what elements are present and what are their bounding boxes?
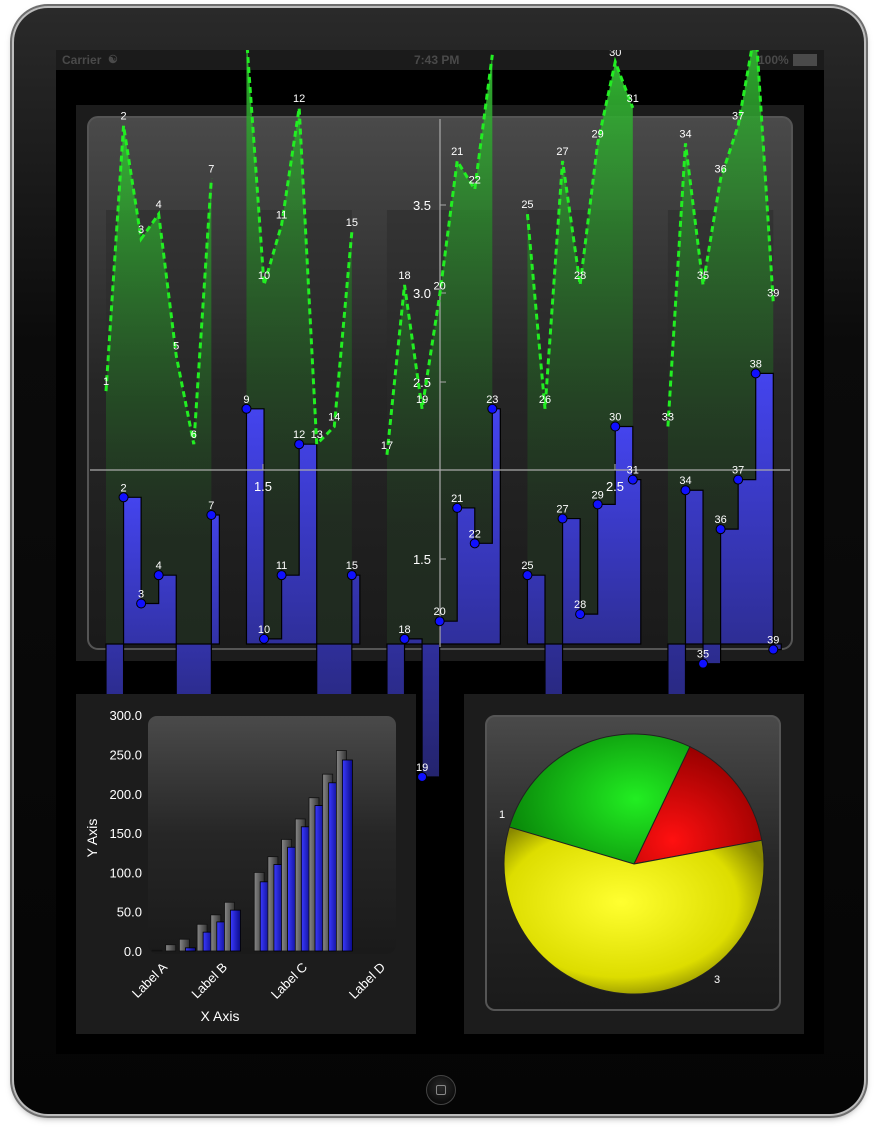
charts-svg: 3.53.02.51.51.52.51122334455667799101011…: [76, 50, 804, 1034]
bar-point-label: 37: [732, 465, 744, 477]
y-tick-label: 250.0: [109, 748, 142, 763]
y-tick-label: 150.0: [109, 826, 142, 841]
line-point-label: 29: [592, 128, 604, 140]
line-point-label: 17: [381, 440, 393, 452]
line-point-label: 18: [398, 270, 410, 282]
bar-point-label: 22: [469, 528, 481, 540]
line-point-label: 12: [293, 93, 305, 105]
bar-series-1: [151, 949, 163, 952]
line-point-label: 1: [103, 376, 109, 388]
line-point-label: 10: [258, 270, 270, 282]
bar-point-label: 23: [486, 394, 498, 406]
line-point-label: 20: [434, 281, 446, 293]
line-point-label: 37: [732, 111, 744, 123]
line-point-label: 39: [767, 288, 779, 300]
bar-point-label: 20: [434, 606, 446, 618]
bar-point-label: 18: [398, 624, 410, 636]
bar-series-1: [165, 944, 177, 952]
bar-point-label: 3: [138, 589, 144, 601]
bar-point-label: 12: [293, 429, 305, 441]
bar-point-label: 31: [627, 465, 639, 477]
line-point-label: 3: [138, 224, 144, 236]
bar-series-2: [230, 909, 241, 952]
bar-point-label: 29: [592, 489, 604, 501]
bar-point-label: 39: [767, 635, 779, 647]
bar-point-label: 21: [451, 493, 463, 505]
y-tick-label: 2.5: [413, 375, 431, 390]
bar-point-label: 4: [156, 560, 162, 572]
line-point-label: 30: [609, 50, 621, 59]
bar-point-label: 30: [609, 412, 621, 424]
x-tick-label: 2.5: [606, 479, 624, 494]
line-point-label: 5: [173, 341, 179, 353]
line-point-label: 2: [120, 111, 126, 123]
bar-point-label: 15: [346, 560, 358, 572]
line-point-label: 6: [191, 429, 197, 441]
pie-label: 3: [714, 974, 720, 986]
y-tick-label: 200.0: [109, 787, 142, 802]
line-point-label: 15: [346, 217, 358, 229]
bar-point-label: 10: [258, 624, 270, 636]
bar-point-label: 25: [521, 560, 533, 572]
line-point-label: 11: [276, 210, 287, 222]
bar-point-label: 19: [416, 762, 428, 774]
bar-series-2: [184, 947, 196, 952]
line-point-label: 34: [679, 128, 691, 140]
home-button[interactable]: [426, 1075, 456, 1105]
bar-point-label: 38: [750, 358, 762, 370]
y-tick-label: 1.5: [413, 552, 431, 567]
line-point-label: 19: [416, 394, 428, 406]
bar-point-label: 7: [208, 500, 214, 512]
y-tick-label: 300.0: [109, 708, 142, 723]
line-point-label: 25: [521, 199, 533, 211]
line-point-label: 31: [627, 93, 639, 105]
line-point-label: 7: [208, 164, 214, 176]
line-point-label: 23: [486, 50, 498, 52]
y-axis-title: Y Axis: [84, 819, 100, 858]
x-axis-title: X Axis: [201, 1008, 240, 1024]
line-point-label: 13: [311, 429, 323, 441]
y-tick-label: 3.5: [413, 198, 431, 213]
line-point-label: 26: [539, 394, 551, 406]
line-point-label: 21: [451, 146, 463, 158]
y-tick-label: 50.0: [117, 905, 142, 920]
bar-point-label: 34: [679, 475, 691, 487]
line-point-label: 22: [469, 174, 481, 186]
y-tick-label: 100.0: [109, 865, 142, 880]
bar-point-label: 2: [120, 482, 126, 494]
line-point-label: 27: [556, 146, 568, 158]
line-point-label: 14: [328, 412, 340, 424]
bar-point-label: 11: [276, 560, 287, 572]
bar-point-label: 35: [697, 649, 709, 661]
screen: Carrier ☯ 7:43 PM 100% 3.5 3.0 2.5 1.5 1…: [56, 50, 824, 1054]
line-point-label: 35: [697, 270, 709, 282]
bar-series-2: [341, 759, 353, 952]
line-point-label: 28: [574, 270, 586, 282]
y-tick-label: 0.0: [124, 944, 142, 959]
line-point-label: 4: [156, 199, 162, 211]
bar-point-label: 28: [574, 599, 586, 611]
bar-point-label: 36: [714, 514, 726, 526]
bar-point-label: 9: [243, 394, 249, 406]
line-point-label: 33: [662, 412, 674, 424]
x-tick-label: 1.5: [254, 479, 272, 494]
y-tick-label: 3.0: [413, 286, 431, 301]
pie-label: 1: [499, 809, 505, 821]
line-point-label: 36: [714, 164, 726, 176]
bar-point-label: 27: [556, 504, 568, 516]
